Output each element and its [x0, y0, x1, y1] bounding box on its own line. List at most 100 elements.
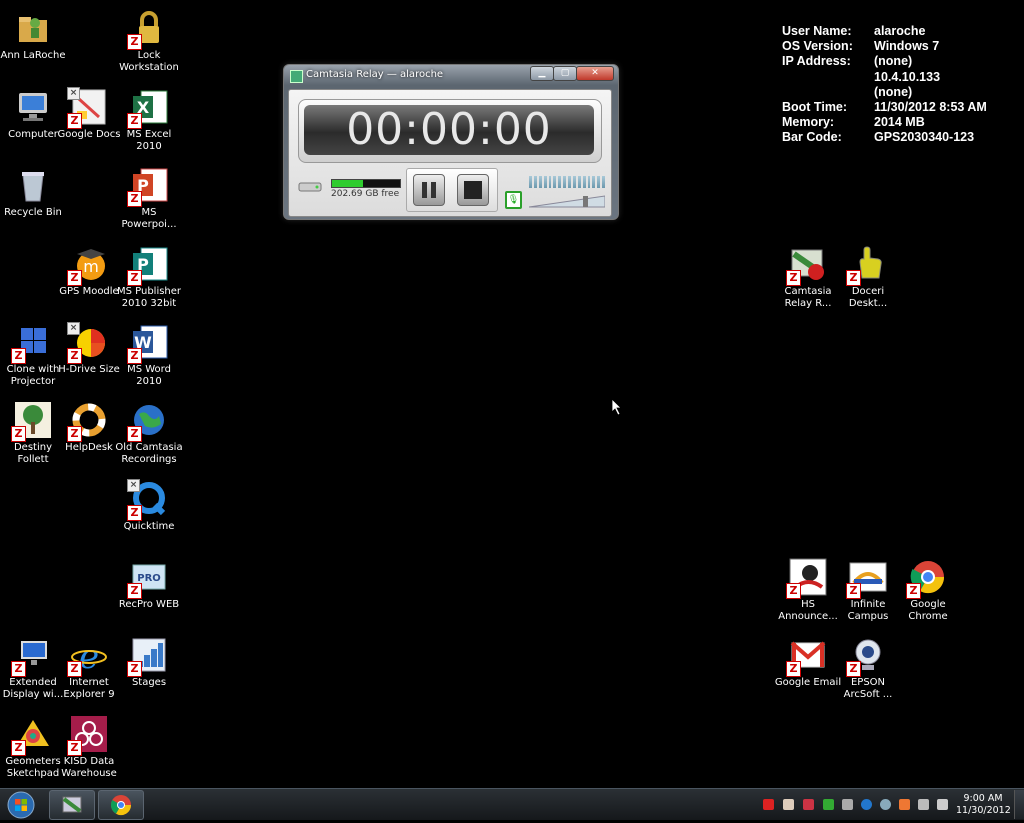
recording-timer: 00:00:00 — [346, 104, 552, 155]
disk-usage-bar — [331, 179, 401, 188]
desktop-icon-ann-laroche[interactable]: Ann LaRoche — [0, 4, 66, 80]
publisher-icon: P Z — [127, 244, 169, 286]
z-badge-icon: Z — [67, 426, 82, 442]
desktop-icon-google-email[interactable]: Z Google Email — [775, 631, 841, 707]
tray-globe-icon[interactable] — [880, 799, 891, 810]
audio-level-segment — [548, 176, 552, 188]
desktop-icon-recpro-web[interactable]: PRO Z RecPro WEB — [116, 553, 182, 629]
z-badge-icon: Z — [127, 583, 142, 599]
sysinfo-key: IP Address: — [782, 54, 851, 69]
taskbar-clock[interactable]: 9:00 AM 11/30/2012 — [956, 793, 1011, 817]
desktop-icon-camtasia-relay-recorder[interactable]: Z Camtasia Relay R... — [775, 240, 841, 316]
sysinfo-value: 2014 MB — [874, 115, 925, 130]
campus-icon: Z — [846, 557, 888, 599]
volume-slider[interactable] — [529, 194, 605, 208]
tray-z-icon[interactable] — [763, 799, 774, 810]
desktop-icon-ms-publisher[interactable]: P Z MS Publisher 2010 32bit — [116, 240, 182, 316]
desktop-icon-google-docs[interactable]: × Z Google Docs — [56, 83, 122, 159]
z-badge-icon: Z — [11, 348, 26, 364]
icon-label: EPSON ArcSoft ... — [843, 677, 893, 700]
disk-free-text: 202.69 GB free — [331, 189, 400, 199]
lifebuoy-icon: Z — [67, 400, 109, 442]
desktop-icon-h-drive-size[interactable]: × Z H-Drive Size — [56, 318, 122, 394]
sysinfo-row-os: OS Version: Windows 7 — [782, 39, 987, 54]
word-icon: W Z — [127, 322, 169, 364]
stop-icon — [464, 181, 482, 199]
audio-level-segment — [533, 176, 537, 188]
maximize-icon: ▢ — [560, 68, 570, 78]
sysinfo-row-ip: IP Address: (none) — [782, 54, 987, 69]
z-badge-icon: Z — [127, 426, 142, 442]
announce-logo-icon: Z — [786, 557, 828, 599]
taskbar-item-camtasia-relay[interactable] — [49, 790, 95, 820]
microphone-button[interactable]: 🎙 — [505, 191, 522, 209]
icon-label: Old Camtasia Recordings — [115, 442, 183, 465]
tray-shield-icon[interactable] — [783, 799, 794, 810]
z-badge-icon: Z — [11, 740, 26, 756]
desktop-icon-infinite-campus[interactable]: Z Infinite Campus — [835, 553, 901, 629]
sysinfo-row-boot: Boot Time: 11/30/2012 8:53 AM — [782, 100, 987, 115]
desktop-icon-ms-word[interactable]: W Z MS Word 2010 — [116, 318, 182, 394]
chrome-icon: Z — [906, 557, 948, 599]
minimize-button[interactable]: ▁ — [530, 66, 554, 81]
clock-time: 9:00 AM — [963, 793, 1003, 804]
pause-button[interactable] — [413, 174, 445, 206]
icon-label: MS Powerpoi... — [121, 207, 177, 230]
desktop-icon-recycle-bin[interactable]: Recycle Bin — [0, 161, 66, 237]
powerpoint-icon: P Z — [127, 165, 169, 207]
desktop-icon-ms-excel[interactable]: X Z MS Excel 2010 — [116, 83, 182, 159]
z-badge-icon: Z — [11, 426, 26, 442]
icon-label: RecPro WEB — [118, 599, 180, 610]
clock-date: 11/30/2012 — [956, 805, 1011, 816]
tray-update-icon[interactable] — [803, 799, 814, 810]
sysinfo-key: Boot Time: — [782, 100, 848, 115]
z-badge-icon: Z — [786, 583, 801, 599]
taskbar-item-google-chrome[interactable] — [98, 790, 144, 820]
network-icon[interactable] — [918, 799, 929, 810]
desktop-icon-internet-explorer[interactable]: e Z Internet Explorer 9 — [56, 631, 122, 707]
chrome-icon — [110, 795, 132, 816]
system-info-panel: User Name: alaroche OS Version: Windows 7 … — [782, 24, 987, 146]
icon-label: Ann LaRoche — [0, 50, 66, 61]
bluetooth-icon[interactable] — [861, 799, 872, 810]
desktop-icon-ms-powerpoint[interactable]: P Z MS Powerpoi... — [116, 161, 182, 237]
camtasia-relay-window[interactable]: Camtasia Relay — alaroche ▁ ▢ ✕ 00:00:00… — [283, 64, 619, 220]
desktop-icon-hs-announcements[interactable]: Z HS Announce... — [775, 553, 841, 629]
z-badge-icon: Z — [67, 270, 82, 286]
desktop-icon-google-chrome[interactable]: Z Google Chrome — [895, 553, 961, 629]
sysinfo-key: OS Version: — [782, 39, 853, 54]
audio-level-segment — [602, 176, 605, 188]
z-badge-icon: Z — [127, 505, 142, 521]
warehouse-logo-icon: Z — [67, 714, 109, 756]
audio-level-meter — [529, 176, 605, 188]
z-badge-icon: Z — [127, 661, 142, 677]
speaker-icon[interactable] — [937, 799, 948, 810]
window-title: Camtasia Relay — alaroche — [306, 69, 444, 80]
close-button[interactable]: ✕ — [576, 66, 614, 81]
minimize-icon: ▁ — [538, 68, 546, 78]
recycle-bin-icon — [13, 165, 53, 205]
tray-printer-icon[interactable] — [842, 799, 853, 810]
tray-camtasia-icon[interactable] — [823, 799, 834, 810]
flag-icon[interactable] — [899, 799, 910, 810]
stop-button[interactable] — [457, 174, 489, 206]
start-button[interactable] — [5, 790, 37, 820]
maximize-button[interactable]: ▢ — [553, 66, 577, 81]
desktop-icon-epson-arcsoft[interactable]: Z EPSON ArcSoft ... — [835, 631, 901, 707]
mouse-cursor-icon — [612, 399, 622, 415]
icon-label: MS Excel 2010 — [126, 129, 172, 152]
desktop-icon-quicktime[interactable]: × Z Quicktime — [116, 475, 182, 551]
sysinfo-value: alaroche — [874, 24, 926, 38]
show-desktop-button[interactable] — [1014, 790, 1024, 819]
desktop-icon-lock-workstation[interactable]: Z Lock Workstation — [116, 4, 182, 80]
z-badge-icon: Z — [67, 661, 82, 677]
audio-level-segment — [529, 176, 532, 188]
gmail-icon: Z — [786, 635, 828, 677]
desktop-icon-old-camtasia-recordings[interactable]: Z Old Camtasia Recordings — [115, 396, 183, 472]
desktop-icon-gps-moodle[interactable]: m Z GPS Moodle — [56, 240, 122, 316]
icon-label: Quicktime — [123, 521, 175, 532]
desktop-icon-stages[interactable]: Z Stages — [116, 631, 182, 707]
desktop-icon-kisd-data-warehouse[interactable]: Z KISD Data Warehouse — [56, 710, 122, 786]
desktop-icon-helpdesk[interactable]: Z HelpDesk — [56, 396, 122, 472]
desktop-icon-doceri-desktop[interactable]: Z Doceri Deskt... — [835, 240, 901, 316]
